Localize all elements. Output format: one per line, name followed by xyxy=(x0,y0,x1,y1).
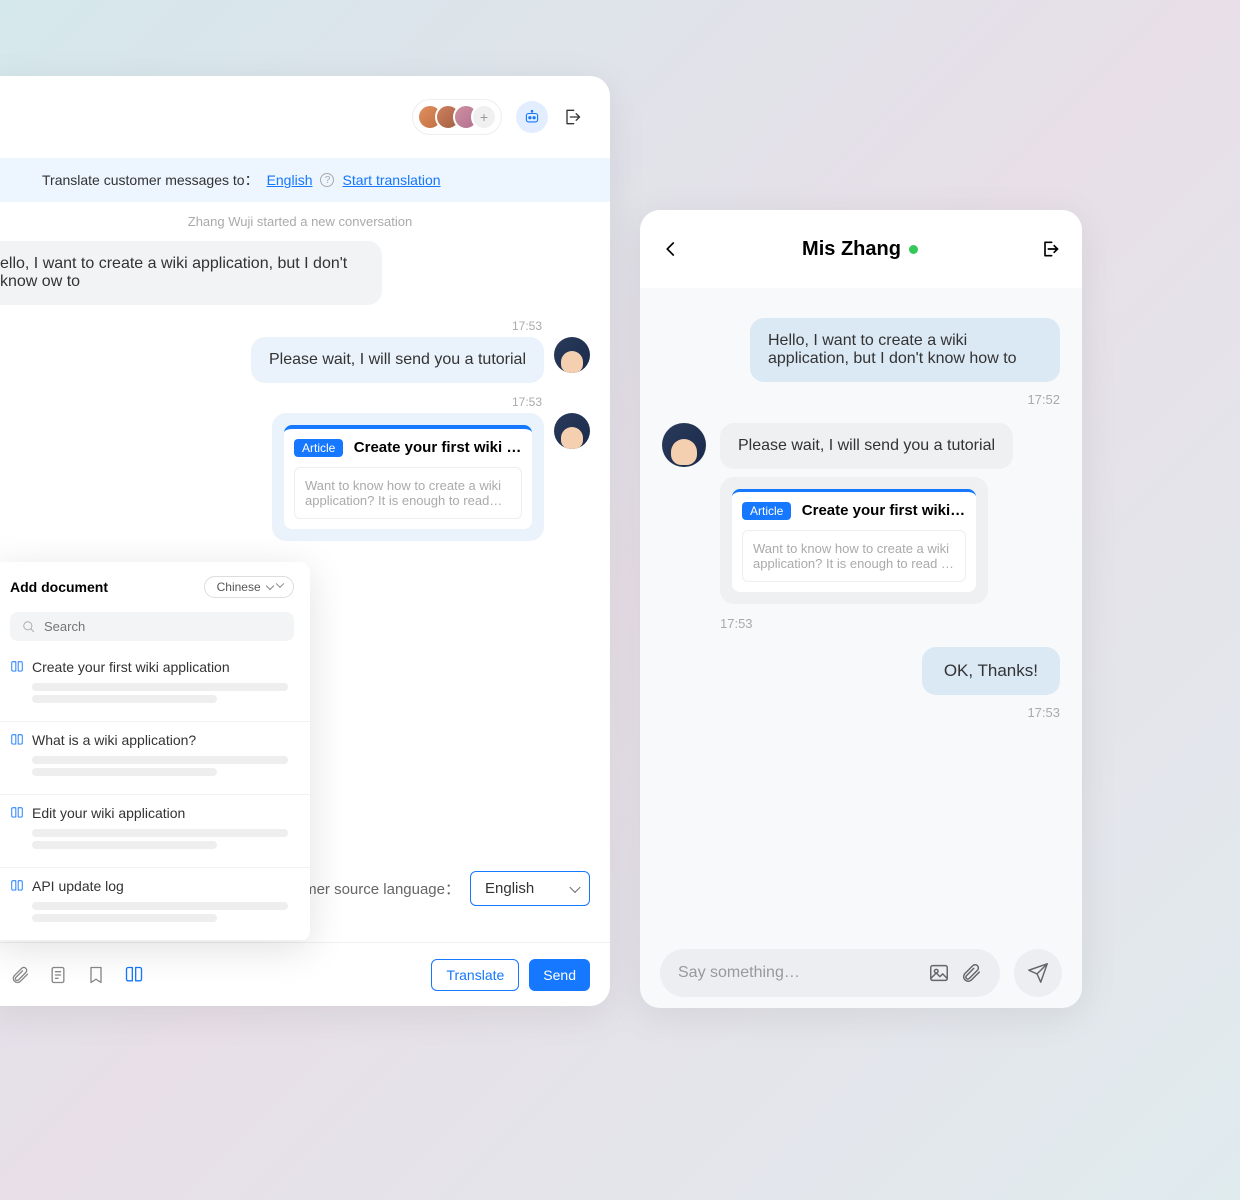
message-time: 17:53 xyxy=(512,319,590,333)
article-title: Create your first wiki… xyxy=(802,502,965,519)
article-card[interactable]: Article Create your first wiki… Want to … xyxy=(720,477,988,604)
document-title: Edit your wiki application xyxy=(32,805,185,821)
document-title: What is a wiki application? xyxy=(32,732,196,748)
article-badge: Article xyxy=(294,439,343,457)
language-selector[interactable]: Chinese xyxy=(204,576,294,598)
message-time: 17:53 xyxy=(662,705,1060,720)
translate-label: Translate customer messages to： xyxy=(42,170,259,190)
avatar xyxy=(662,423,706,467)
message-time: 17:52 xyxy=(662,392,1060,407)
participant-avatars[interactable]: + xyxy=(412,99,502,135)
image-icon[interactable] xyxy=(928,962,950,984)
skeleton-line xyxy=(32,914,217,922)
attachment-icon[interactable] xyxy=(10,965,30,985)
search-input[interactable] xyxy=(10,612,294,641)
search-icon xyxy=(22,620,36,634)
outgoing-message: 17:53 Please wait, I will send you a tut… xyxy=(0,319,610,391)
book-icon xyxy=(10,806,24,820)
skeleton-line xyxy=(32,756,288,764)
book-icon[interactable] xyxy=(124,965,144,985)
desktop-header: + xyxy=(0,76,610,158)
message-bubble: ello, I want to create a wiki applicatio… xyxy=(0,241,382,305)
exit-icon[interactable] xyxy=(562,107,582,127)
avatar xyxy=(554,337,590,373)
article-preview: Want to know how to create a wiki applic… xyxy=(742,530,966,582)
skeleton-line xyxy=(32,695,217,703)
outgoing-message-bubble: Hello, I want to create a wiki applicati… xyxy=(750,318,1060,382)
translate-lang-link[interactable]: English xyxy=(267,172,313,188)
article-preview: Want to know how to create a wiki applic… xyxy=(294,467,522,519)
skeleton-line xyxy=(32,841,217,849)
avatar xyxy=(554,413,590,449)
exit-icon[interactable] xyxy=(1040,239,1060,259)
document-item[interactable]: Create your first wiki application xyxy=(0,649,310,722)
document-item[interactable]: API update log xyxy=(0,868,310,941)
incoming-message: Please wait, I will send you a tutorial xyxy=(662,423,1060,469)
article-title: Create your first wiki … xyxy=(354,439,522,456)
mobile-input-bar: Say something… xyxy=(640,938,1082,1008)
start-translation-link[interactable]: Start translation xyxy=(342,172,440,188)
send-icon xyxy=(1027,962,1049,984)
message-time: 17:53 xyxy=(512,395,590,409)
incoming-message: ello, I want to create a wiki applicatio… xyxy=(0,241,610,313)
online-status-dot xyxy=(909,245,918,254)
source-language-select[interactable]: English xyxy=(470,871,590,906)
skeleton-line xyxy=(32,683,288,691)
note-icon[interactable] xyxy=(48,965,68,985)
add-participant-button[interactable]: + xyxy=(471,104,497,130)
bot-icon xyxy=(523,110,541,124)
desktop-footer: Translate Send xyxy=(0,942,610,1006)
popup-title: Add document xyxy=(10,579,108,595)
skeleton-line xyxy=(32,829,288,837)
source-language-label: omer source language： xyxy=(296,878,460,899)
search-field[interactable] xyxy=(44,619,282,634)
skeleton-line xyxy=(32,768,217,776)
mobile-chat-window: Mis Zhang Hello, I want to create a wiki… xyxy=(640,210,1082,1008)
document-list: Create your first wiki application What … xyxy=(0,649,310,941)
message-bubble: Please wait, I will send you a tutorial xyxy=(251,337,544,383)
mobile-messages: Hello, I want to create a wiki applicati… xyxy=(640,288,1082,720)
document-title: API update log xyxy=(32,878,124,894)
mobile-header: Mis Zhang xyxy=(640,210,1082,288)
send-button[interactable]: Send xyxy=(529,959,590,991)
outgoing-message-bubble: OK, Thanks! xyxy=(922,647,1060,695)
book-icon xyxy=(10,660,24,674)
message-bubble: Please wait, I will send you a tutorial xyxy=(720,423,1013,469)
book-icon xyxy=(10,733,24,747)
back-icon[interactable] xyxy=(662,240,680,258)
skeleton-line xyxy=(32,902,288,910)
bookmark-icon[interactable] xyxy=(86,965,106,985)
chat-title: Mis Zhang xyxy=(802,238,901,261)
outgoing-message: 17:53 Article Create your first wiki … W… xyxy=(0,395,610,549)
add-document-popup: Add document Chinese Create your first w… xyxy=(0,562,310,941)
document-title: Create your first wiki application xyxy=(32,659,230,675)
message-input[interactable]: Say something… xyxy=(660,949,1000,997)
document-item[interactable]: Edit your wiki application xyxy=(0,795,310,868)
bot-button[interactable] xyxy=(516,101,548,133)
book-icon xyxy=(10,879,24,893)
article-card[interactable]: Article Create your first wiki … Want to… xyxy=(272,413,544,541)
message-time: 17:53 xyxy=(720,616,1060,631)
input-placeholder: Say something… xyxy=(678,964,918,982)
send-button[interactable] xyxy=(1014,949,1062,997)
translate-bar: Translate customer messages to： English … xyxy=(0,158,610,202)
conversation-start-notice: Zhang Wuji started a new conversation xyxy=(0,202,610,241)
translate-button[interactable]: Translate xyxy=(431,959,519,991)
source-language-row: omer source language： English xyxy=(296,871,590,906)
document-item[interactable]: What is a wiki application? xyxy=(0,722,310,795)
article-badge: Article xyxy=(742,502,791,520)
help-icon[interactable]: ? xyxy=(320,173,334,187)
attachment-icon[interactable] xyxy=(960,962,982,984)
